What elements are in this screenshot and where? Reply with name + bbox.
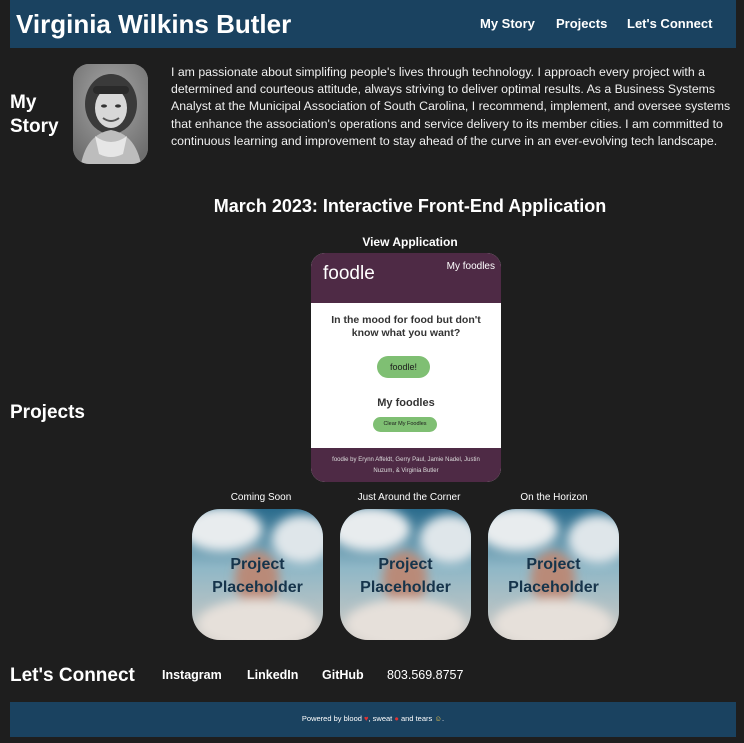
app-prompt: In the mood for food but don't know what… (331, 314, 481, 339)
lets-connect-heading: Let's Connect (10, 665, 135, 686)
project-placeholder-card[interactable]: Project Placeholder (192, 509, 323, 640)
app-clear-button: Clear My Foodles (373, 417, 437, 432)
site-footer: Powered by blood ♥, sweat ● and tears ☺. (10, 702, 736, 737)
app-preview-body: In the mood for food but don't know what… (311, 303, 501, 448)
app-preview-header: foodle My foodles (311, 253, 501, 303)
placeholder-caption: On the Horizon (520, 492, 588, 503)
site-header: Virginia Wilkins Butler My Story Project… (10, 0, 736, 48)
project-placeholder-card[interactable]: Project Placeholder (340, 509, 471, 640)
site-title: Virginia Wilkins Butler (16, 9, 292, 39)
placeholder-label: Project Placeholder (360, 556, 451, 596)
app-my-foodles-link: My foodles (446, 261, 495, 272)
app-preview-footer: foodie by Erynn Affeldt, Gerry Paul, Jam… (311, 448, 501, 482)
app-preview-card[interactable]: foodle My foodles In the mood for food b… (311, 253, 501, 482)
placeholder-label: Project Placeholder (508, 556, 599, 596)
app-foodle-button: foodle! (377, 356, 430, 378)
bio-text: I am passionate about simplifing people'… (171, 65, 731, 148)
tears-emoji-icon: ☺ (434, 714, 443, 723)
nav-my-story[interactable]: My Story (480, 16, 535, 31)
github-link[interactable]: GitHub (322, 668, 364, 682)
projects-heading: Projects (10, 402, 85, 423)
app-my-foodles-heading: My foodles (377, 397, 435, 409)
profile-photo (73, 64, 148, 164)
placeholder-label: Project Placeholder (212, 556, 303, 596)
nav-projects[interactable]: Projects (556, 16, 607, 31)
linkedin-link[interactable]: LinkedIn (247, 668, 298, 682)
view-application-link[interactable]: View Application (80, 235, 740, 249)
nav-lets-connect[interactable]: Let's Connect (627, 16, 712, 31)
instagram-link[interactable]: Instagram (162, 668, 222, 682)
project-placeholder-card[interactable]: Project Placeholder (488, 509, 619, 640)
my-story-heading: My Story (10, 92, 59, 137)
sweat-drop-icon: ● (394, 714, 399, 723)
placeholder-caption: Coming Soon (230, 492, 292, 503)
phone-number: 803.569.8757 (387, 668, 464, 682)
footer-credit: Powered by blood ♥, sweat ● and tears ☺. (301, 714, 445, 723)
placeholder-caption: Just Around the Corner (357, 492, 461, 503)
featured-project-title: March 2023: Interactive Front-End Applic… (213, 196, 607, 216)
app-logo: foodle (323, 263, 375, 284)
